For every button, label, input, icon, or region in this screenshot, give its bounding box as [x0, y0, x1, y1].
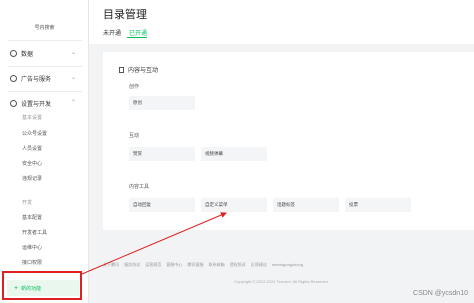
footer-link[interactable]: 关于腾讯	[103, 262, 119, 267]
main-content: 目录管理 未开通 已开通 内容与互动 创作 原创 互动 赞赏 视频弹幕 内容工具…	[89, 0, 474, 303]
footer-link[interactable]: 客服中心	[166, 262, 182, 267]
footer-link[interactable]: weixingongzhong	[272, 262, 303, 267]
feature-chip-custom-menu[interactable]: 自定义菜单	[201, 198, 267, 212]
ad-icon	[10, 74, 17, 82]
sidebar-item-people-settings[interactable]: 人员设置	[22, 145, 42, 152]
feature-chip-topic-tags[interactable]: 话题标签	[273, 198, 339, 212]
group-label-create: 创作	[129, 84, 140, 90]
chevron-up-icon: ⌃	[70, 100, 76, 106]
copyright: Copyright © 2012-2021 Tencent. All Right…	[234, 279, 329, 284]
page-header: 目录管理 未开通 已开通	[89, 0, 474, 44]
feature-chip-video-danmaku[interactable]: 视频弹幕	[201, 147, 267, 161]
sidebar-section-data[interactable]: 数据 ⌄	[10, 48, 80, 58]
sidebar-group-basic: 基本设置	[22, 115, 43, 121]
card-title-label: 内容与互动	[128, 68, 159, 74]
tab-not-enabled[interactable]: 未开通	[103, 28, 121, 37]
feature-chip-reward[interactable]: 赞赏	[129, 147, 195, 161]
feature-chip-auto-reply[interactable]: 自动回复	[129, 198, 195, 212]
sidebar-item-security-center[interactable]: 安全中心	[22, 160, 42, 167]
content-interaction-card: 内容与互动 创作 原创 互动 赞赏 视频弹幕 内容工具 自动回复 自定义菜单 话…	[103, 52, 474, 230]
sidebar-group-dev: 开发	[22, 200, 33, 206]
sidebar-item-basic-config[interactable]: 基本配置	[22, 214, 42, 221]
page-title: 目录管理	[103, 9, 147, 21]
sidebar-item-api-permissions[interactable]: 接口权限	[22, 259, 42, 266]
document-icon	[119, 66, 124, 73]
group-label-content-tools: 内容工具	[129, 184, 150, 190]
feature-chip-original[interactable]: 原创	[129, 96, 195, 110]
feature-chip-voting[interactable]: 投票	[345, 198, 411, 212]
chevron-down-icon: ⌄	[70, 75, 76, 81]
sidebar-item-dev-tools[interactable]: 开发者工具	[22, 229, 47, 236]
sidebar-section-label: 广告与服务	[21, 76, 52, 83]
sidebar-section-label: 数据	[21, 51, 34, 58]
footer-link[interactable]: 运营规范	[145, 262, 161, 267]
card-title: 内容与互动	[119, 65, 158, 74]
sidebar-section-ads[interactable]: 广告与服务 ⌄	[10, 73, 80, 83]
sidebar-divider	[8, 40, 82, 41]
sidebar-section-label: 设置与开发	[21, 101, 52, 108]
active-tab-indicator	[127, 37, 147, 38]
group-label-interact: 互动	[129, 133, 140, 139]
footer-link[interactable]: 侵权投诉	[230, 262, 246, 267]
footer-link[interactable]: 联系邮箱	[209, 262, 225, 267]
sidebar-divider	[8, 91, 82, 92]
watermark: CSDN @ycsdn10	[413, 290, 468, 297]
sidebar-search[interactable]: 号内搜索	[0, 24, 89, 31]
data-icon	[10, 49, 17, 57]
footer-link[interactable]: 反馈建议	[251, 262, 267, 267]
highlight-annotation	[2, 271, 82, 300]
tab-enabled[interactable]: 已开通	[129, 28, 147, 37]
sidebar-divider	[8, 66, 82, 67]
footer-link[interactable]: 腾讯客服	[188, 262, 204, 267]
sidebar-section-settings[interactable]: 设置与开发 ⌃	[10, 98, 80, 108]
sidebar-item-account-settings[interactable]: 公众号设置	[22, 130, 47, 137]
footer-links: 关于腾讯 服务协议 运营规范 客服中心 腾讯客服 联系邮箱 侵权投诉 反馈建议 …	[103, 262, 307, 268]
footer-link[interactable]: 服务协议	[124, 262, 140, 267]
chevron-down-icon: ⌄	[70, 50, 76, 56]
settings-icon	[10, 99, 17, 107]
sidebar-item-violations[interactable]: 违规记录	[22, 175, 42, 182]
sidebar-item-ops-center[interactable]: 运维中心	[22, 244, 42, 251]
sidebar: 号内搜索 数据 ⌄ 广告与服务 ⌄ 设置与开发 ⌃ 基本设置 公众号设置 人员设…	[0, 0, 89, 303]
